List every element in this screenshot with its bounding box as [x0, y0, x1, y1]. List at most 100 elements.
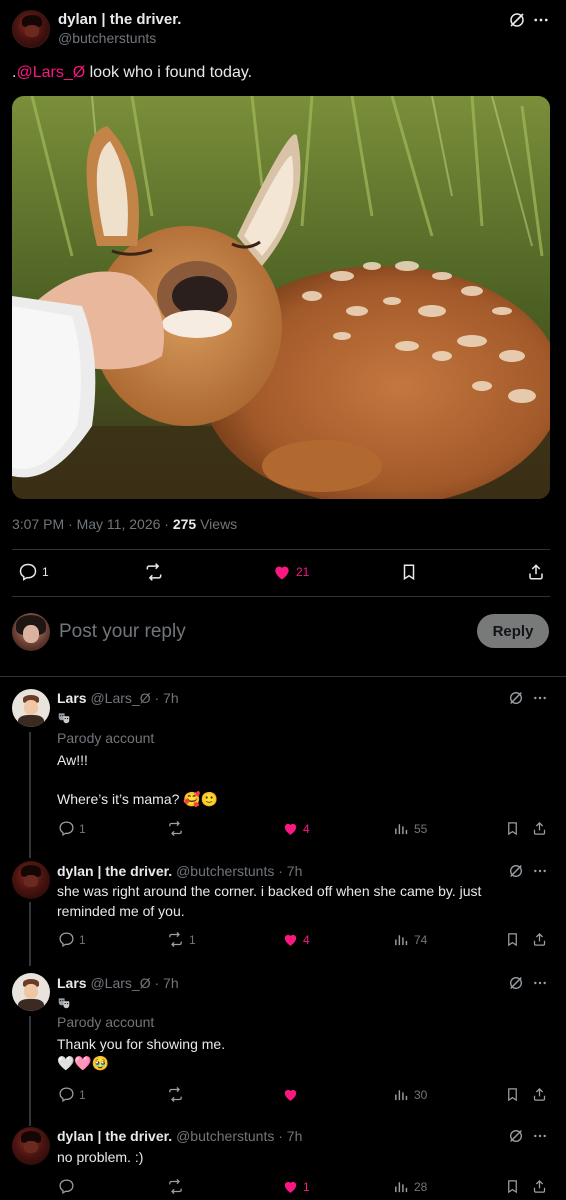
theater-masks-icon [57, 711, 71, 725]
post-text-body: look who i found today. [85, 64, 253, 81]
thread-line [29, 1016, 31, 1126]
views-count: 55 [414, 821, 428, 836]
repost-count: 1 [189, 932, 196, 947]
more-options-icon[interactable] [532, 11, 550, 29]
meta-separator-2: · [164, 516, 169, 532]
grok-icon[interactable] [508, 11, 526, 29]
meta-separator: · [68, 516, 73, 532]
views-count: 28 [414, 1179, 428, 1194]
reply-handle[interactable]: @Lars_Ø [90, 975, 150, 991]
grok-icon[interactable] [508, 863, 524, 879]
divider [0, 676, 566, 677]
reply-avatar[interactable] [12, 689, 50, 727]
reply-button[interactable]: 1 [18, 562, 49, 582]
share-button[interactable] [532, 1086, 547, 1103]
repost-button[interactable] [166, 1178, 189, 1195]
reply-submit-button[interactable]: Reply [477, 614, 549, 648]
reply-header: Lars @Lars_Ø · 7h [57, 690, 179, 706]
more-options-icon[interactable] [532, 1128, 548, 1144]
reply-avatar[interactable] [12, 1127, 50, 1165]
grok-icon[interactable] [508, 1128, 524, 1144]
reply-header: dylan | the driver. @butcherstunts · 7h [57, 1128, 303, 1144]
reply-submit-label: Reply [492, 622, 534, 640]
reply-handle[interactable]: @butcherstunts [176, 1128, 274, 1144]
like-button[interactable]: 4 [282, 931, 310, 948]
reply-count: 1 [79, 821, 86, 836]
author-handle[interactable]: @butcherstunts [58, 30, 156, 46]
mention-link[interactable]: @Lars_Ø [16, 64, 85, 81]
reply-display-name[interactable]: Lars [57, 975, 87, 991]
reply-avatar[interactable] [12, 861, 50, 899]
reply-button[interactable]: 1 [58, 820, 86, 837]
views-label: Views [200, 516, 238, 532]
bookmark-button[interactable] [400, 562, 418, 582]
reply-avatar[interactable] [12, 973, 50, 1011]
reply-button[interactable]: 1 [58, 931, 86, 948]
reply-time[interactable]: 7h [163, 975, 179, 991]
reply-time[interactable]: 7h [287, 1128, 303, 1144]
author-avatar[interactable] [12, 10, 50, 48]
reply-input[interactable]: Post your reply [59, 621, 186, 643]
bookmark-button[interactable] [505, 820, 520, 837]
repost-button[interactable] [166, 1086, 189, 1103]
reply-text: no problem. :) [57, 1149, 144, 1165]
share-button[interactable] [532, 1178, 547, 1195]
views-button[interactable]: 74 [393, 931, 427, 948]
reply-count: 1 [79, 1087, 86, 1102]
reply-button[interactable] [58, 1178, 79, 1195]
reply-display-name[interactable]: Lars [57, 690, 87, 706]
more-options-icon[interactable] [532, 690, 548, 706]
reply-text: Aw!!! [57, 752, 88, 768]
post-time[interactable]: 3:07 PM [12, 516, 64, 532]
like-count: 4 [303, 932, 310, 947]
post-photo[interactable] [12, 96, 550, 499]
reply-display-name[interactable]: dylan | the driver. [57, 863, 172, 879]
more-options-icon[interactable] [532, 975, 548, 991]
post-date[interactable]: May 11, 2026 [77, 516, 161, 532]
repost-button[interactable] [166, 820, 189, 837]
reply-action-bar: 1 28 [0, 1178, 566, 1200]
reply-count: 1 [79, 932, 86, 947]
reply-display-name[interactable]: dylan | the driver. [57, 1128, 172, 1144]
my-avatar[interactable] [12, 613, 50, 651]
share-button[interactable] [532, 820, 547, 837]
share-button[interactable] [532, 931, 547, 948]
reply-time[interactable]: 7h [163, 690, 179, 706]
reply-header: Lars @Lars_Ø · 7h [57, 975, 179, 991]
theater-masks-icon [57, 996, 71, 1010]
bookmark-button[interactable] [505, 1086, 520, 1103]
divider [12, 549, 550, 550]
views-button[interactable]: 30 [393, 1086, 427, 1103]
reply-text-line2: Where’s it’s mama? 🥰🙂 [57, 791, 219, 807]
like-button[interactable]: 21 [272, 562, 309, 582]
grok-icon[interactable] [508, 690, 524, 706]
reply-button[interactable]: 1 [58, 1086, 86, 1103]
reply-text: she was right around the corner. i backe… [57, 883, 482, 899]
views-count: 275 [172, 516, 197, 532]
reply-count: 1 [42, 565, 49, 579]
reply-action-bar: 1 4 55 [0, 820, 566, 842]
like-count: 21 [296, 565, 310, 579]
like-button[interactable]: 1 [282, 1178, 310, 1195]
reply-time[interactable]: 7h [287, 863, 303, 879]
like-button[interactable]: 4 [282, 820, 310, 837]
more-options-icon[interactable] [532, 863, 548, 879]
main-action-bar: 1 21 [0, 562, 566, 584]
author-display-name[interactable]: dylan | the driver. [58, 11, 181, 28]
repost-button[interactable] [143, 562, 169, 582]
reply-action-bar: 1 30 [0, 1086, 566, 1108]
reply-handle[interactable]: @butcherstunts [176, 863, 274, 879]
share-button[interactable] [527, 562, 545, 582]
like-button[interactable] [282, 1086, 303, 1103]
views-button[interactable]: 55 [393, 820, 427, 837]
bookmark-button[interactable] [505, 931, 520, 948]
grok-icon[interactable] [508, 975, 524, 991]
repost-button[interactable]: 1 [166, 931, 196, 948]
views-count: 74 [414, 932, 428, 947]
reply-handle[interactable]: @Lars_Ø [90, 690, 150, 706]
reply-header: dylan | the driver. @butcherstunts · 7h [57, 863, 303, 879]
like-count: 4 [303, 821, 310, 836]
views-button[interactable]: 28 [393, 1178, 427, 1195]
parody-label: Parody account [57, 1014, 155, 1030]
bookmark-button[interactable] [505, 1178, 520, 1195]
